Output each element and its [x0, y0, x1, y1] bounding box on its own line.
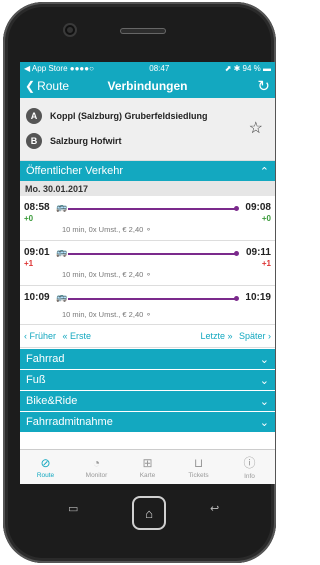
status-time: 08:47 — [149, 63, 170, 73]
favorite-star-icon[interactable]: ☆ — [249, 118, 263, 138]
tab-label: Tickets — [188, 471, 209, 479]
tab-info[interactable]: ⓘ Info — [224, 450, 275, 484]
chevron-down-icon: ⌄ — [259, 416, 269, 429]
tab-map[interactable]: ⊞ Karte — [122, 450, 173, 484]
origin-label: Koppl (Salzburg) Gruberfeldsiedlung — [50, 111, 208, 121]
pagination-bar: ‹ Früher « Erste Letzte » Später › — [20, 325, 275, 348]
origin-stop[interactable]: A Koppl (Salzburg) Gruberfeldsiedlung — [26, 108, 208, 124]
section-bike-ride[interactable]: Bike&Ride ⌄ — [20, 391, 275, 411]
later-button[interactable]: Später › — [239, 331, 271, 341]
phone-frame: ◀ App Store ●●●●○ 08:47 ⬈ ✱ 94 % ▬ ❮ Rou… — [3, 2, 276, 563]
bus-icon: 🚌 — [56, 202, 68, 212]
back-label: Route — [37, 79, 70, 93]
arrival-delay: +1 — [261, 259, 271, 268]
phone-bottom: ▭ ⌂ ↩ — [20, 484, 275, 544]
section-public-transport[interactable]: Öffentlicher Verkehr ⌃ — [20, 161, 275, 181]
home-button[interactable]: ⌂ — [132, 496, 166, 530]
destination-marker-icon: B — [26, 133, 42, 149]
section-label: Bike&Ride — [26, 395, 78, 407]
departure-time: 10:09 — [24, 292, 50, 303]
refresh-icon[interactable]: ↻ — [257, 77, 270, 95]
info-icon: ⓘ — [243, 456, 256, 470]
speaker — [120, 28, 166, 34]
chevron-down-icon: ⌄ — [259, 395, 269, 408]
destination-label: Salzburg Hofwirt — [50, 136, 122, 146]
chevron-up-icon: ⌃ — [259, 165, 269, 178]
section-label: Öffentlicher Verkehr — [26, 165, 124, 177]
arrival-time: 09:11 — [245, 247, 271, 258]
route-line — [68, 206, 239, 211]
back-button[interactable]: ❮ Route — [25, 79, 69, 93]
menu-hw-icon[interactable]: ▭ — [68, 502, 78, 515]
connection-info: 10 min, 0x Umst., € 2,40 ⚬ — [62, 310, 152, 319]
route-line — [68, 296, 239, 301]
connection-info: 10 min, 0x Umst., € 2,40 ⚬ — [62, 225, 152, 234]
arrival-delay: +0 — [261, 214, 271, 223]
last-button[interactable]: Letzte » — [200, 331, 232, 341]
tab-label: Route — [36, 471, 55, 479]
destination-stop[interactable]: B Salzburg Hofwirt — [26, 133, 122, 149]
back-hw-icon[interactable]: ↩ — [210, 502, 219, 515]
departure-time: 08:58 — [24, 202, 50, 213]
section-label: Fahrradmitnahme — [26, 416, 113, 428]
status-bar: ◀ App Store ●●●●○ 08:47 ⬈ ✱ 94 % ▬ — [20, 62, 275, 74]
phone-top — [3, 2, 276, 62]
first-button[interactable]: « Erste — [63, 331, 92, 341]
arrival-time: 09:08 — [245, 202, 271, 213]
section-label: Fahrrad — [26, 353, 65, 365]
date-header: Mo. 30.01.2017 — [20, 181, 275, 196]
connection-info: 10 min, 0x Umst., € 2,40 ⚬ — [62, 270, 152, 279]
tab-label: Monitor — [85, 471, 108, 479]
route-line — [68, 251, 239, 256]
departure-delay: +0 — [24, 214, 34, 223]
connection-row[interactable]: 10:09 🚌 10:19 10 min, 0x Umst., € 2,40 ⚬ — [20, 286, 275, 325]
cart-icon: ⊔ — [193, 455, 204, 470]
tab-route[interactable]: ⊘ Route — [20, 450, 71, 484]
bus-icon: 🚌 — [56, 247, 68, 257]
tab-tickets[interactable]: ⊔ Tickets — [173, 450, 224, 484]
tab-bar: ⊘ Route ◔ Monitor ⊞ Karte ⊔ Tickets ⓘ In… — [20, 449, 275, 484]
section-label: Fuß — [26, 374, 46, 386]
chevron-down-icon: ⌄ — [259, 374, 269, 387]
tab-monitor[interactable]: ◔ Monitor — [71, 450, 122, 484]
earlier-button[interactable]: ‹ Früher — [24, 331, 56, 341]
bus-icon: 🚌 — [56, 292, 68, 302]
departure-time: 09:01 — [24, 247, 50, 258]
chevron-left-icon: ❮ — [25, 79, 36, 93]
tab-label: Karte — [139, 471, 156, 479]
section-bicycle[interactable]: Fahrrad ⌄ — [20, 349, 275, 369]
compass-icon: ⊘ — [40, 455, 51, 470]
arrival-time: 10:19 — [245, 292, 271, 303]
map-icon: ⊞ — [142, 455, 153, 470]
nav-bar: ❮ Route Verbindungen ↻ — [20, 74, 275, 98]
connection-row[interactable]: 08:58 🚌 09:08 +0 +0 10 min, 0x Umst., € … — [20, 196, 275, 241]
screen: ◀ App Store ●●●●○ 08:47 ⬈ ✱ 94 % ▬ ❮ Rou… — [20, 62, 275, 484]
tab-label: Info — [244, 473, 255, 480]
camera — [65, 25, 75, 35]
connection-row[interactable]: 09:01 🚌 09:11 +1 +1 10 min, 0x Umst., € … — [20, 241, 275, 286]
section-bike-carriage[interactable]: Fahrradmitnahme ⌄ — [20, 412, 275, 432]
departure-delay: +1 — [24, 259, 34, 268]
status-battery: ⬈ ✱ 94 % ▬ — [224, 63, 271, 73]
monitor-icon: ◔ — [92, 455, 101, 470]
section-walk[interactable]: Fuß ⌄ — [20, 370, 275, 390]
status-carrier: ◀ App Store ●●●●○ — [24, 63, 94, 73]
origin-marker-icon: A — [26, 108, 42, 124]
route-summary: A Koppl (Salzburg) Gruberfeldsiedlung B … — [20, 98, 275, 161]
chevron-down-icon: ⌄ — [259, 353, 269, 366]
